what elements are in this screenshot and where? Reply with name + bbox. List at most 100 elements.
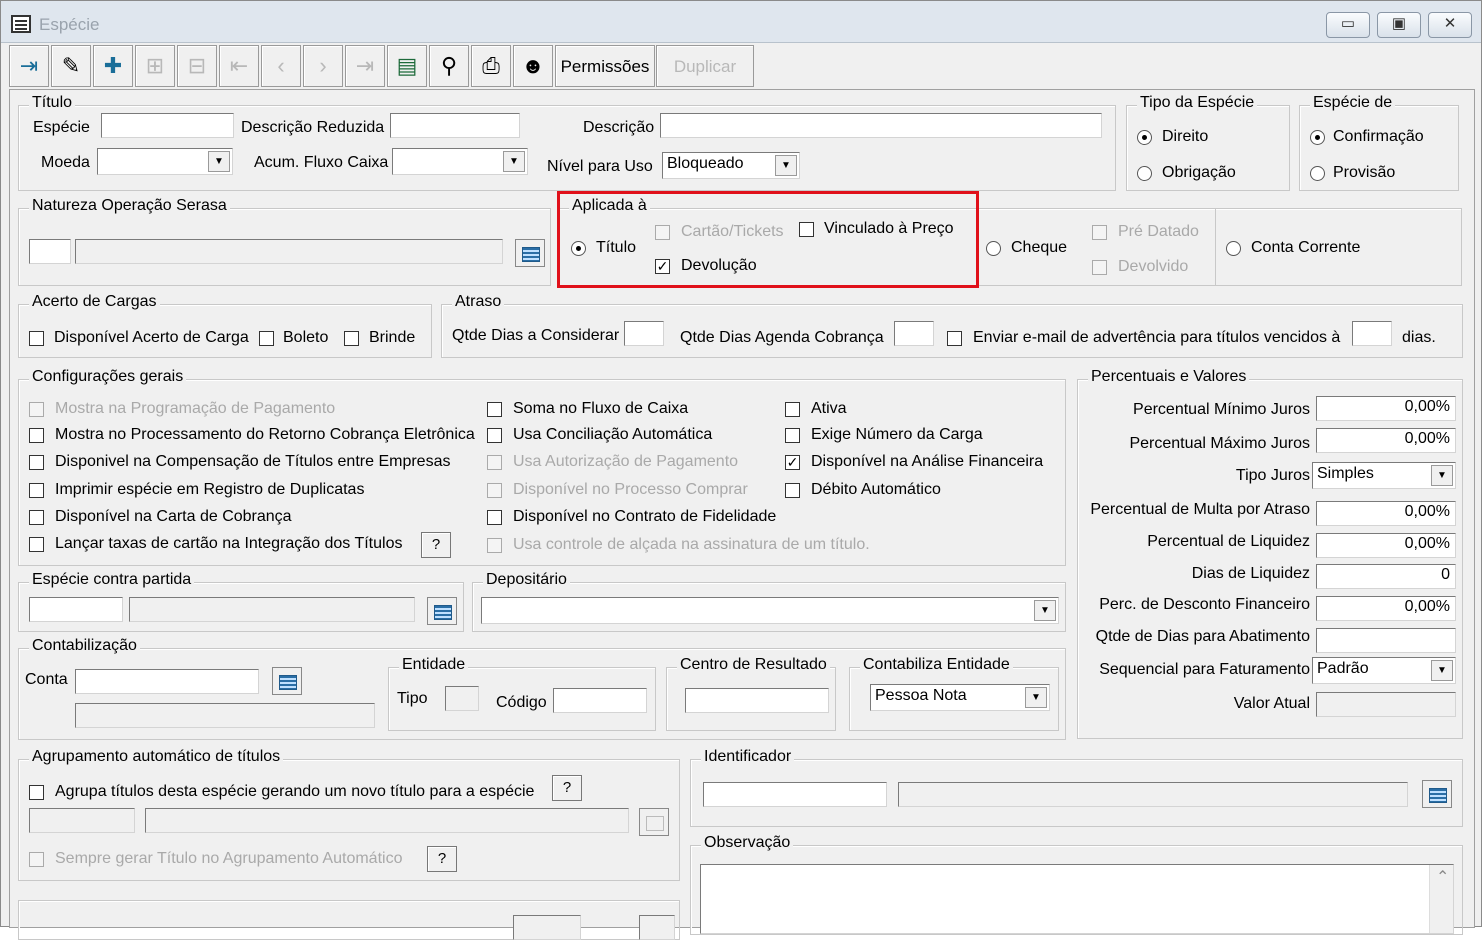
- observacao-textarea[interactable]: [700, 864, 1454, 934]
- sempre-help-button[interactable]: ?: [427, 846, 457, 872]
- edit-icon[interactable]: ⊞: [135, 45, 175, 87]
- natureza-lookup-icon[interactable]: [515, 239, 545, 267]
- config-checkbox[interactable]: [29, 428, 44, 443]
- perc-liquidez-input[interactable]: 0,00%: [1316, 533, 1456, 558]
- centro-legend: Centro de Resultado: [677, 656, 830, 674]
- identificador-code-input[interactable]: [703, 782, 887, 807]
- config-help-button[interactable]: ?: [421, 532, 451, 558]
- nivel-select[interactable]: Bloqueado ▼: [662, 152, 800, 179]
- config-checkbox[interactable]: [487, 510, 502, 525]
- cheque-label: Cheque: [1011, 239, 1068, 256]
- perc-label: Qtde de Dias para Abatimento: [1095, 628, 1310, 645]
- moeda-select[interactable]: ▼: [97, 148, 233, 175]
- cheque-radio[interactable]: [986, 241, 1001, 256]
- config-checkbox[interactable]: ✓: [785, 455, 800, 470]
- qtde-considerar-label: Qtde Dias a Considerar: [452, 327, 620, 344]
- dias-liquidez-input[interactable]: 0: [1316, 564, 1456, 589]
- natureza-code-input[interactable]: [29, 239, 71, 264]
- scrollbar[interactable]: ⌃: [1429, 865, 1453, 933]
- qtde-considerar-input[interactable]: [624, 321, 664, 346]
- conta-lookup-icon[interactable]: [272, 667, 302, 695]
- contabiliza-select[interactable]: Pessoa Nota ▼: [870, 684, 1050, 711]
- titulo-legend: Título: [29, 94, 76, 112]
- titulo-group: Título Espécie Descrição Reduzida Descri…: [18, 94, 1116, 191]
- config-checkbox[interactable]: [29, 537, 44, 552]
- qtde-abatimento-input[interactable]: [1316, 628, 1456, 653]
- identificador-lookup-icon[interactable]: [1422, 780, 1452, 808]
- moeda-label: Moeda: [41, 154, 90, 171]
- config-checkbox[interactable]: [29, 483, 44, 498]
- perc-label: Percentual de Multa por Atraso: [1090, 501, 1310, 518]
- centro-input[interactable]: [685, 688, 829, 713]
- config-checkbox[interactable]: [29, 402, 44, 417]
- maximize-button[interactable]: ▣: [1377, 12, 1421, 38]
- devolvido-checkbox[interactable]: [1092, 260, 1107, 275]
- config-checkbox[interactable]: [29, 510, 44, 525]
- config-checkbox[interactable]: [29, 455, 44, 470]
- perc-max-input[interactable]: 0,00%: [1316, 428, 1456, 453]
- search-icon[interactable]: ⚲: [429, 45, 469, 87]
- first-icon[interactable]: ⇤: [219, 45, 259, 87]
- tipo-juros-select[interactable]: Simples ▼: [1312, 462, 1456, 489]
- config-checkbox[interactable]: [487, 402, 502, 417]
- perc-desconto-input[interactable]: 0,00%: [1316, 596, 1456, 621]
- provisao-radio[interactable]: [1310, 166, 1325, 181]
- perc-min-input[interactable]: 0,00%: [1316, 396, 1456, 421]
- config-checkbox[interactable]: [785, 428, 800, 443]
- config-checkbox[interactable]: [785, 483, 800, 498]
- email-checkbox[interactable]: [947, 331, 962, 346]
- obrigacao-radio[interactable]: [1137, 166, 1152, 181]
- pre-datado-checkbox[interactable]: [1092, 225, 1107, 240]
- depositario-select[interactable]: ▼: [481, 597, 1059, 624]
- chevron-down-icon: ▼: [208, 151, 230, 172]
- scroll-up-icon[interactable]: ⌃: [1436, 867, 1449, 887]
- list-icon[interactable]: ▤: [387, 45, 427, 87]
- minimize-button[interactable]: ▭: [1326, 12, 1370, 38]
- agrup-lookup-icon[interactable]: [639, 808, 669, 836]
- sempre-checkbox[interactable]: [29, 852, 44, 867]
- config-checkbox[interactable]: [785, 402, 800, 417]
- config-label: Exige Número da Carga: [811, 426, 983, 443]
- eraser-icon[interactable]: ✎: [51, 45, 91, 87]
- config-checkbox[interactable]: [487, 538, 502, 553]
- perc-label: Percentual Mínimo Juros: [1133, 401, 1310, 418]
- desc-reduzida-input[interactable]: [390, 113, 520, 138]
- config-checkbox[interactable]: [487, 455, 502, 470]
- close-button[interactable]: ✕: [1428, 12, 1472, 38]
- config-label: Disponível no Processo Comprar: [513, 481, 748, 498]
- duplicar-button[interactable]: Duplicar: [656, 45, 754, 87]
- acum-select[interactable]: ▼: [392, 148, 528, 175]
- permissoes-button[interactable]: Permissões: [555, 45, 655, 87]
- disp-acerto-checkbox[interactable]: [29, 331, 44, 346]
- agrupa-help-button[interactable]: ?: [552, 775, 582, 801]
- boleto-checkbox[interactable]: [259, 331, 274, 346]
- config-checkbox[interactable]: [487, 428, 502, 443]
- divider: [1215, 209, 1216, 285]
- last-icon[interactable]: ⇥: [345, 45, 385, 87]
- conta-input[interactable]: [75, 669, 259, 694]
- descricao-input[interactable]: [660, 113, 1102, 138]
- agrupa-checkbox[interactable]: [29, 785, 44, 800]
- prev-icon[interactable]: ‹: [261, 45, 301, 87]
- print-icon[interactable]: ⎙: [471, 45, 511, 87]
- qtde-agenda-input[interactable]: [894, 321, 934, 346]
- perc-multa-input[interactable]: 0,00%: [1316, 501, 1456, 526]
- config-checkbox[interactable]: [487, 483, 502, 498]
- conta-corrente-radio[interactable]: [1226, 241, 1241, 256]
- codigo-input[interactable]: [553, 688, 647, 713]
- sequencial-select[interactable]: Padrão ▼: [1312, 657, 1456, 684]
- percentuais-legend: Percentuais e Valores: [1088, 368, 1250, 386]
- contrapartida-lookup-icon[interactable]: [427, 597, 457, 625]
- confirmacao-radio[interactable]: [1310, 130, 1325, 145]
- add-icon[interactable]: ✚: [93, 45, 133, 87]
- exit-icon[interactable]: ⇥: [9, 45, 49, 87]
- email-dias-input[interactable]: [1352, 321, 1392, 346]
- sempre-label: Sempre gerar Título no Agrupamento Autom…: [55, 850, 403, 867]
- help-icon[interactable]: ☻: [513, 45, 553, 87]
- especie-input[interactable]: [101, 113, 234, 138]
- direito-radio[interactable]: [1137, 130, 1152, 145]
- next-icon[interactable]: ›: [303, 45, 343, 87]
- brinde-checkbox[interactable]: [344, 331, 359, 346]
- contrapartida-code-input[interactable]: [29, 597, 123, 622]
- remove-icon[interactable]: ⊟: [177, 45, 217, 87]
